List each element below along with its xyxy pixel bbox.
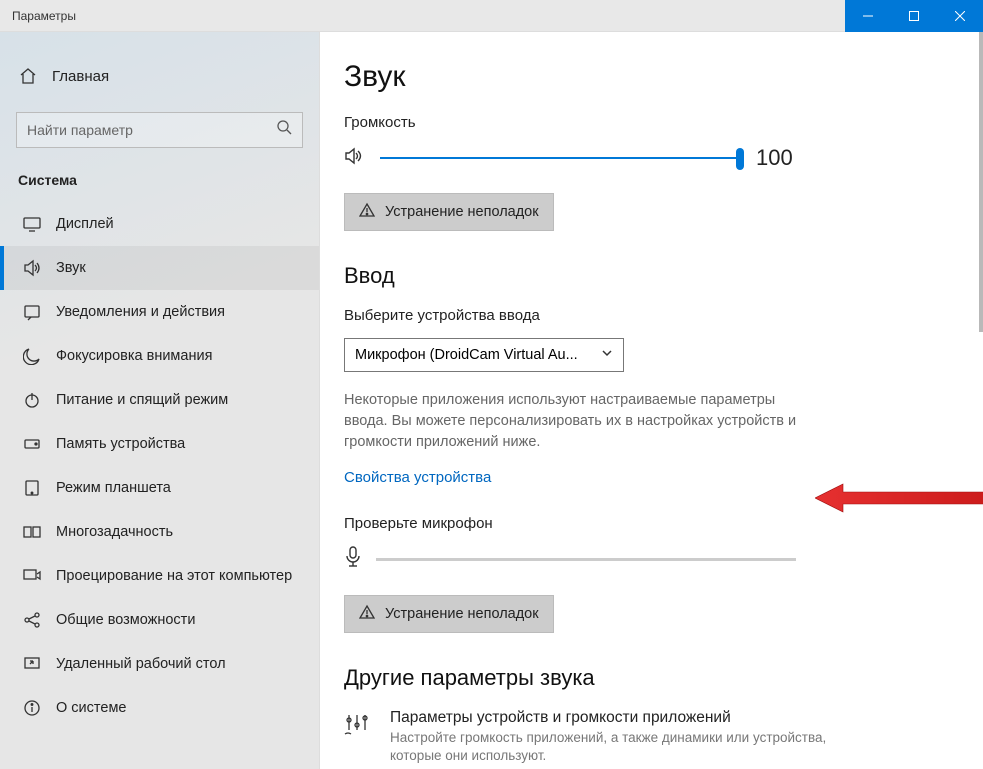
notifications-icon	[22, 302, 42, 322]
sidebar-item-tablet[interactable]: Режим планшета	[0, 466, 319, 510]
select-value: Микрофон (DroidCam Virtual Au...	[355, 347, 578, 363]
input-heading: Ввод	[344, 263, 943, 289]
maximize-button[interactable]	[891, 0, 937, 32]
sidebar-item-label: Уведомления и действия	[56, 304, 225, 320]
sidebar-item-projecting[interactable]: Проецирование на этот компьютер	[0, 554, 319, 598]
volume-value: 100	[756, 145, 796, 171]
sidebar-item-remote[interactable]: Удаленный рабочий стол	[0, 642, 319, 686]
sidebar: Главная Система Дисплей Звук Уведомления…	[0, 32, 320, 769]
home-label: Главная	[52, 68, 109, 85]
sidebar-item-multitasking[interactable]: Многозадачность	[0, 510, 319, 554]
search-input[interactable]	[27, 122, 277, 138]
scrollbar[interactable]	[979, 32, 983, 332]
sidebar-item-about[interactable]: О системе	[0, 686, 319, 730]
mixer-icon	[344, 712, 372, 765]
volume-label: Громкость	[344, 114, 943, 131]
volume-slider-row: 100	[344, 145, 943, 171]
other-item-desc: Настройте громкость приложений, а также …	[390, 729, 830, 765]
sidebar-item-label: Удаленный рабочий стол	[56, 656, 226, 672]
input-device-select[interactable]: Микрофон (DroidCam Virtual Au...	[344, 338, 624, 372]
troubleshoot-input-button[interactable]: Устранение неполадок	[344, 595, 554, 633]
home-link[interactable]: Главная	[0, 56, 319, 96]
info-icon	[22, 698, 42, 718]
device-properties-link[interactable]: Свойства устройства	[344, 469, 491, 486]
chevron-down-icon	[601, 347, 613, 363]
storage-icon	[22, 434, 42, 454]
close-button[interactable]	[937, 0, 983, 32]
section-label: Система	[0, 166, 319, 202]
app-volume-link[interactable]: Параметры устройств и громкости приложен…	[344, 709, 943, 765]
window-title: Параметры	[0, 9, 88, 23]
button-label: Устранение неполадок	[385, 204, 539, 220]
sidebar-item-shared[interactable]: Общие возможности	[0, 598, 319, 642]
titlebar: Параметры	[0, 0, 983, 32]
slider-thumb[interactable]	[736, 148, 744, 170]
power-icon	[22, 390, 42, 410]
sidebar-item-label: Общие возможности	[56, 612, 195, 628]
home-icon	[18, 66, 38, 86]
search-box[interactable]	[16, 112, 303, 148]
volume-slider[interactable]	[380, 157, 740, 159]
sidebar-item-label: Режим планшета	[56, 480, 171, 496]
sidebar-item-label: Питание и спящий режим	[56, 392, 228, 408]
multitask-icon	[22, 522, 42, 542]
mic-test-row	[344, 546, 943, 573]
search-icon	[277, 120, 292, 140]
input-select-label: Выберите устройства ввода	[344, 307, 943, 324]
sidebar-item-label: Дисплей	[56, 216, 114, 232]
warning-icon	[359, 202, 375, 222]
minimize-button[interactable]	[845, 0, 891, 32]
microphone-icon	[344, 546, 362, 573]
mic-level-bar	[376, 558, 796, 561]
button-label: Устранение неполадок	[385, 606, 539, 622]
sidebar-item-label: Многозадачность	[56, 524, 173, 540]
troubleshoot-output-button[interactable]: Устранение неполадок	[344, 193, 554, 231]
sidebar-item-label: Звук	[56, 260, 86, 276]
sidebar-item-power[interactable]: Питание и спящий режим	[0, 378, 319, 422]
sidebar-item-label: Память устройства	[56, 436, 185, 452]
sidebar-item-display[interactable]: Дисплей	[0, 202, 319, 246]
sound-icon	[22, 258, 42, 278]
sidebar-item-label: Фокусировка внимания	[56, 348, 212, 364]
remote-icon	[22, 654, 42, 674]
sidebar-item-focus[interactable]: Фокусировка внимания	[0, 334, 319, 378]
speaker-icon	[344, 146, 364, 171]
test-mic-label: Проверьте микрофон	[344, 515, 943, 532]
other-heading: Другие параметры звука	[344, 665, 943, 691]
projecting-icon	[22, 566, 42, 586]
sidebar-item-storage[interactable]: Память устройства	[0, 422, 319, 466]
sidebar-item-sound[interactable]: Звук	[0, 246, 319, 290]
window-controls	[845, 0, 983, 31]
sidebar-item-label: О системе	[56, 700, 126, 716]
tablet-icon	[22, 478, 42, 498]
display-icon	[22, 214, 42, 234]
main-content: Звук Громкость 100 Устранение неполадок …	[320, 32, 983, 769]
sidebar-item-notifications[interactable]: Уведомления и действия	[0, 290, 319, 334]
warning-icon	[359, 604, 375, 624]
nav-list: Дисплей Звук Уведомления и действия Фоку…	[0, 202, 319, 730]
shared-icon	[22, 610, 42, 630]
other-item-title: Параметры устройств и громкости приложен…	[390, 709, 830, 727]
input-description: Некоторые приложения используют настраив…	[344, 390, 804, 453]
sidebar-item-label: Проецирование на этот компьютер	[56, 568, 292, 584]
focus-icon	[22, 346, 42, 366]
page-title: Звук	[344, 60, 943, 94]
